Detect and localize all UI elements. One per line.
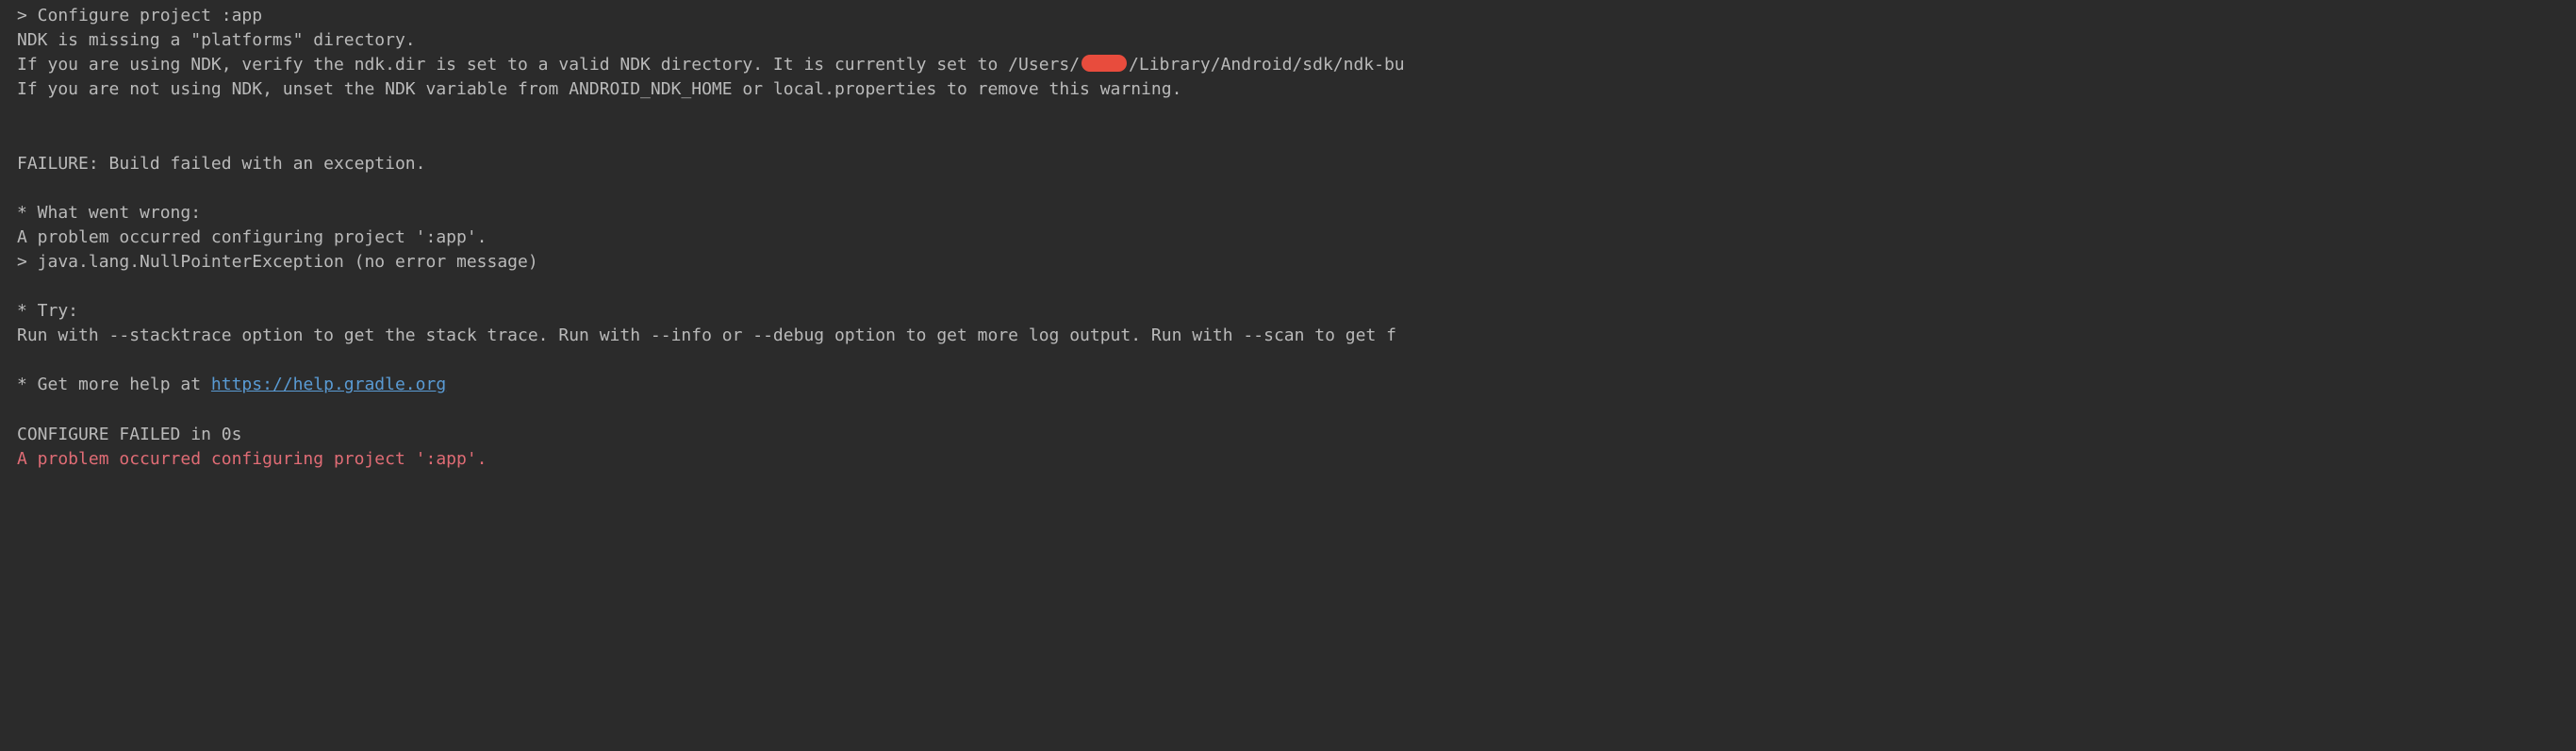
console-line: > Configure project :app: [17, 4, 2559, 28]
console-line: If you are using NDK, verify the ndk.dir…: [17, 53, 2559, 77]
console-line: If you are not using NDK, unset the NDK …: [17, 77, 2559, 102]
text-segment: * Get more help at: [17, 375, 211, 394]
console-line: * Try:: [17, 299, 2559, 324]
console-line: * Get more help at https://help.gradle.o…: [17, 373, 2559, 397]
blank-line: [17, 348, 2559, 373]
console-output: > Configure project :app NDK is missing …: [17, 4, 2559, 472]
console-line: CONFIGURE FAILED in 0s: [17, 423, 2559, 447]
console-line: FAILURE: Build failed with an exception.: [17, 152, 2559, 176]
console-line: * What went wrong:: [17, 201, 2559, 225]
console-line: > java.lang.NullPointerException (no err…: [17, 250, 2559, 275]
console-line: Run with --stacktrace option to get the …: [17, 324, 2559, 348]
blank-line: [17, 176, 2559, 201]
blank-line: [17, 102, 2559, 126]
redacted-username: [1082, 55, 1127, 72]
blank-line: [17, 398, 2559, 423]
console-line: A problem occurred configuring project '…: [17, 225, 2559, 250]
blank-line: [17, 126, 2559, 151]
text-segment: If you are using NDK, verify the ndk.dir…: [17, 55, 1080, 75]
error-line: A problem occurred configuring project '…: [17, 447, 2559, 472]
help-link[interactable]: https://help.gradle.org: [211, 375, 446, 394]
text-segment: /Library/Android/sdk/ndk-bu: [1129, 55, 1405, 75]
blank-line: [17, 275, 2559, 299]
console-line: NDK is missing a "platforms" directory.: [17, 28, 2559, 53]
